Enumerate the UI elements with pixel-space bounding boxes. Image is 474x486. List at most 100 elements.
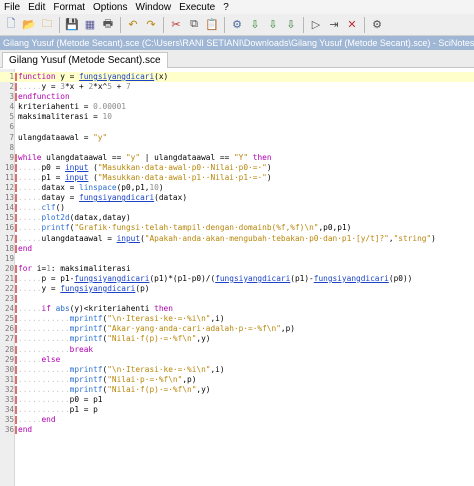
code-text: while ulangdataawal == "y" | ulangdataaw… [18,152,272,162]
code-text: .....if abs(y)<kriteriahenti then [18,304,173,314]
line-number: 2 [9,82,14,92]
code-line[interactable]: 33 ...........p0 = p1 [0,395,474,405]
code-line[interactable]: 11 .....p1 = input ("Masukkan·data·awal·p… [0,173,474,183]
find-replace-icon[interactable]: ⚙ [229,17,245,33]
code-line[interactable]: 21 .....p = p1-fungsiyangdicari(p1)*(p1-p… [0,274,474,284]
code-line[interactable]: 15 .....plot2d(datax,datay) [0,213,474,223]
code-line[interactable]: 29 .....else [0,355,474,365]
code-line[interactable]: 6 [0,122,474,132]
code-line[interactable]: 19 [0,254,474,264]
code-line[interactable]: 10 .....p0 = input ("Masukkan·data·awal·p… [0,163,474,173]
fold-marker [15,214,17,223]
code-line[interactable]: 2 .....y = 3*x + 2*x^5 + 7 [0,82,474,92]
execute-with-echo-icon[interactable]: ⇩ [283,17,299,33]
code-line[interactable]: 26 ...........mprintf("Akar·yang·anda·car… [0,324,474,334]
tab-strip: Gilang Yusuf (Metode Secant).sce [0,50,474,68]
code-text: maksimaliterasi = 10 [18,112,112,122]
code-text: .....datay = fungsiyangdicari(datax) [18,193,188,203]
code-line[interactable]: 14 .....clf() [0,203,474,213]
fold-marker [15,335,17,344]
code-line[interactable]: 31 ...........mprintf("Nilai·p·=·%f\n",p) [0,375,474,385]
toolbar: 🗋 📂 🗀 💾 ▦ 🖶 ↶ ↷ ✂ ⧉ 📋 ⚙ ⇩ ⇩ ⇩ ▷ ⇥ ✕ ⚙ [0,14,474,36]
fold-marker [15,375,17,384]
new-file-icon[interactable]: 🗋 [3,17,19,33]
fold-marker [15,234,17,243]
code-line[interactable]: 13 .....datay = fungsiyangdicari(datax) [0,193,474,203]
code-text: .....ulangdataawal = input("Apakah·anda·… [18,233,436,243]
code-text: ...........mprintf("Nilai·f(p)·=·%f\n",y… [18,334,211,344]
code-text: .....datax = linspace(p0,p1,10) [18,183,164,193]
code-line[interactable]: 34 ...........p1 = p [0,405,474,415]
save-as-icon[interactable]: ▦ [82,17,98,33]
code-line[interactable]: 1 function y = fungsiyangdicari(x) [0,72,474,83]
menu-edit[interactable]: Edit [28,2,45,13]
save-icon[interactable]: 💾 [64,17,80,33]
step-icon[interactable]: ⇥ [326,17,342,33]
execute-file-icon[interactable]: ⇩ [265,17,281,33]
code-text: ...........mprintf("Nilai·p·=·%f\n",p) [18,374,197,384]
code-line[interactable]: 28 ...........break [0,345,474,355]
code-line[interactable]: 12 .....datax = linspace(p0,p1,10) [0,183,474,193]
code-area[interactable]: 1 function y = fungsiyangdicari(x) 2 .....y… [0,72,474,435]
line-number: 23 [4,294,14,304]
fold-marker [15,315,17,324]
menu-execute[interactable]: Execute [179,2,215,13]
fold-marker [15,385,17,394]
load-into-scilab-icon[interactable]: ⇩ [247,17,263,33]
code-line[interactable]: 5 maksimaliterasi = 10 [0,112,474,122]
menu-options[interactable]: Options [93,2,127,13]
line-number: 21 [4,273,14,283]
code-line[interactable]: 7 ulangdataawal = "y" [0,133,474,143]
line-number: 14 [4,203,14,213]
code-text: ...........mprintf("Akar·yang·anda·cari·… [18,324,295,334]
menu-help[interactable]: ? [223,2,229,13]
menu-format[interactable]: Format [53,2,85,13]
copy-icon[interactable]: ⧉ [186,17,202,33]
editor-tab[interactable]: Gilang Yusuf (Metode Secant).sce [2,52,168,68]
code-line[interactable]: 30 ...........mprintf("\n·Iterasi·ke·=·%i… [0,365,474,375]
help-icon[interactable]: ⚙ [369,17,385,33]
code-line[interactable]: 3 endfunction [0,92,474,102]
line-number: 29 [4,354,14,364]
run-icon[interactable]: ▷ [308,17,324,33]
line-number: 18 [4,243,14,253]
code-line[interactable]: 35 .....end [0,415,474,425]
fold-marker [15,184,17,193]
stop-icon[interactable]: ✕ [344,17,360,33]
code-line[interactable]: 4 kriteriahenti = 0.00001 [0,102,474,112]
cut-icon[interactable]: ✂ [168,17,184,33]
code-line[interactable]: 27 ...........mprintf("Nilai·f(p)·=·%f\n"… [0,334,474,344]
line-number: 25 [4,314,14,324]
code-text: .....y = 3*x + 2*x^5 + 7 [18,82,131,92]
line-number: 30 [4,364,14,374]
code-line[interactable]: 22 .....y = fungsiyangdicari(p) [0,284,474,294]
fold-marker [15,406,17,415]
code-line[interactable]: 23 [0,294,474,304]
line-number: 7 [9,132,14,142]
redo-icon[interactable]: ↷ [143,17,159,33]
paste-icon[interactable]: 📋 [204,17,220,33]
menu-window[interactable]: Window [136,2,172,13]
code-line[interactable]: 20 for i=1: maksimaliterasi [0,264,474,274]
code-line[interactable]: 17 .....ulangdataawal = input("Apakah·and… [0,234,474,244]
menu-file[interactable]: File [4,2,20,13]
print-icon[interactable]: 🖶 [100,17,116,33]
fold-marker [15,396,17,404]
line-number: 35 [4,415,14,425]
code-line[interactable]: 18 end [0,244,474,254]
code-line[interactable]: 8 [0,143,474,153]
undo-icon[interactable]: ↶ [125,17,141,33]
code-line[interactable]: 32 ...........mprintf("Nilai·f(p)·=·%f\n"… [0,385,474,395]
code-editor[interactable]: 1 function y = fungsiyangdicari(x) 2 .....y… [0,69,474,486]
code-text: ...........mprintf("\n·Iterasi·ke·=·%i\n… [18,314,225,324]
code-line[interactable]: 25 ...........mprintf("\n·Iterasi·ke·=·%i… [0,314,474,324]
code-line[interactable]: 24 .....if abs(y)<kriteriahenti then [0,304,474,314]
line-number: 3 [9,92,14,102]
line-number: 26 [4,324,14,334]
open-recent-icon[interactable]: 🗀 [39,17,55,33]
code-text: .....else [18,354,61,364]
code-line[interactable]: 9 while ulangdataawal == "y" | ulangdataa… [0,153,474,163]
code-line[interactable]: 16 .....printf("Grafik·fungsi·telah·tampi… [0,223,474,233]
open-file-icon[interactable]: 📂 [21,17,37,33]
code-line[interactable]: 36 end [0,425,474,435]
